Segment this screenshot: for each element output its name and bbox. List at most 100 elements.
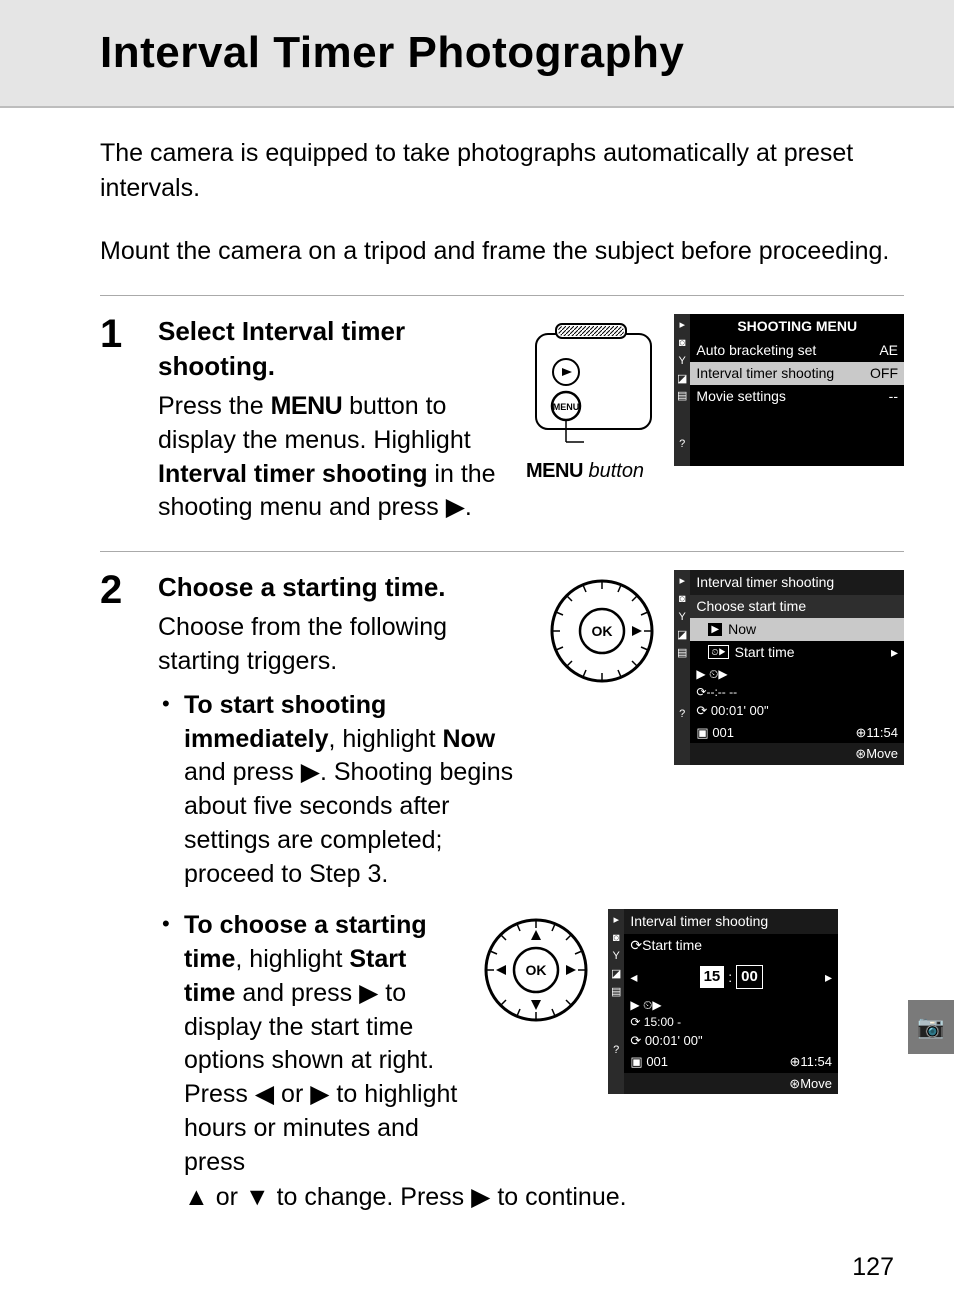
right-triangle-icon: ▶ (301, 756, 320, 790)
step-body: Choose a starting time. Choose from the … (158, 570, 904, 1229)
camera-icon: ◙ (679, 592, 686, 607)
right-triangle-icon: ▶ (446, 491, 465, 525)
wrench-icon: Y (679, 610, 686, 625)
up-triangle-icon: ▲ (184, 1181, 209, 1215)
body-text: Press the (158, 392, 271, 420)
heading-prefix: Select (158, 316, 242, 346)
play-icon: ▸ (679, 318, 685, 333)
lcd-info-row: ⟳ 15:00 - (624, 1014, 838, 1030)
menu-glyph: MENU (526, 460, 583, 482)
lcd-sidebar-icons: ▸ ◙ Y ◪ ▤ ? (674, 570, 690, 765)
right-triangle-icon: ▶ (310, 1078, 329, 1112)
left-triangle-icon: ◀ (255, 1078, 274, 1112)
right-triangle-icon: ▶ (359, 977, 378, 1011)
retouch-icon: ◪ (611, 967, 621, 982)
lcd-info-row: ▶ ⏲▶ (624, 997, 838, 1013)
camera-icon: ◙ (679, 336, 686, 351)
play-icon: ▸ (613, 913, 619, 928)
clock-badge-icon: ⏲▶ (708, 645, 728, 659)
page-number: 127 (852, 1253, 894, 1282)
help-icon: ? (679, 437, 685, 452)
lcd-header: SHOOTING MENU (690, 314, 904, 339)
tab-icon: ▤ (677, 389, 687, 404)
bullet-text: , highlight (329, 725, 443, 753)
left-arrow-icon: ◂ (630, 968, 637, 987)
step-heading: Choose a starting time. (158, 570, 530, 605)
step-number: 1 (100, 314, 140, 525)
lcd-info-row: ⟳ 00:01' 00" (690, 700, 904, 722)
illustration-caption: MENU button (526, 458, 666, 485)
bullet-item: To choose a starting time, highlight Sta… (158, 909, 904, 1215)
step-1: 1 Select Interval timer shooting. Press … (100, 314, 904, 525)
heading-suffix: . (268, 351, 275, 381)
option-label: Now (728, 620, 756, 639)
menu-row-label: Movie settings (696, 387, 785, 406)
lcd-info-row: ⟳ 00:01' 00" (624, 1030, 838, 1052)
menu-row-value: -- (889, 387, 898, 406)
clock-value: 11:54 (866, 725, 898, 740)
wrench-icon: Y (613, 949, 620, 964)
lcd-start-time: ▸ ◙ Y ◪ ▤ ? Interval timer shooting ⟳Sta… (608, 909, 838, 1094)
right-triangle-icon: ▶ (471, 1181, 490, 1215)
play-badge-icon: ▶ (708, 623, 722, 637)
down-triangle-icon: ▼ (245, 1181, 270, 1215)
colon: : (728, 968, 732, 987)
right-arrow-icon: ▸ (891, 643, 898, 662)
move-label: Move (866, 746, 898, 761)
body-bold: Interval timer shooting (158, 460, 427, 488)
lcd-option-now: ▶ Now (690, 618, 904, 641)
lcd-shooting-menu: ▸ ◙ Y ◪ ▤ ? SHOOTING MENU Auto bracketin… (674, 314, 904, 466)
svg-text:MENU: MENU (553, 402, 580, 412)
lcd-subheader: Choose start time (690, 595, 904, 618)
bullet-item: To start shooting immediately, highlight… (158, 689, 530, 892)
bullet-bold: Now (442, 725, 495, 753)
camera-mode-icon: 📷 (917, 1014, 944, 1040)
bullet-text: or (209, 1183, 245, 1211)
play-icon: ▸ (679, 574, 685, 589)
step-text: Choose from the following starting trigg… (158, 611, 530, 679)
lcd-info-row: ▣ 001⊕11:54 (624, 1051, 838, 1073)
body-text: . (465, 493, 472, 521)
menu-glyph: MENU (271, 392, 343, 420)
camera-line-art: MENU (526, 314, 666, 454)
menu-row-value: OFF (870, 364, 898, 383)
intro-paragraph-1: The camera is equipped to take photograp… (100, 136, 904, 206)
lcd-title: Interval timer shooting (624, 909, 838, 934)
lcd-info-row: ⟳--:-- -- (690, 684, 904, 700)
wrench-icon: Y (679, 354, 686, 369)
menu-row-label: Auto bracketing set (696, 341, 816, 360)
multi-selector-dial-4way: OK (476, 909, 596, 1031)
right-arrow-icon: ▸ (825, 968, 832, 987)
multi-selector-dial: OK (542, 570, 662, 692)
bullet-text: or (274, 1080, 310, 1108)
bullet-text: and press (235, 979, 359, 1007)
retouch-icon: ◪ (677, 372, 687, 387)
menu-row-selected: Interval timer shooting OFF (690, 362, 904, 385)
bullet-text: to change. Press (270, 1183, 472, 1211)
lcd-body: Interval timer shooting Choose start tim… (690, 570, 904, 765)
tab-icon: ▤ (611, 985, 621, 1000)
subheader-label: Start time (642, 937, 702, 953)
menu-row-label: Interval timer shooting (696, 364, 834, 383)
minutes-box: 00 (736, 965, 763, 989)
intro-paragraph-2: Mount the camera on a tripod and frame t… (100, 234, 904, 269)
interval-value: 00:01' 00" (645, 1033, 703, 1048)
divider (100, 551, 904, 552)
title-band: Interval Timer Photography (0, 0, 954, 108)
tab-icon: ▤ (677, 646, 687, 661)
lcd-footer: ⊛Move (690, 743, 904, 765)
step-heading: Select Interval timer shooting. (158, 314, 506, 384)
interval-value: 00:01' 00" (711, 703, 769, 718)
menu-row: Movie settings -- (690, 385, 904, 408)
lcd-info-row: ▶ ⏲▶ (690, 664, 904, 684)
lcd-body: Interval timer shooting ⟳Start time ◂ 15… (624, 909, 838, 1094)
lcd-subheader: ⟳Start time (624, 934, 838, 957)
step-2: 2 Choose a starting time. Choose from th… (100, 570, 904, 1229)
help-icon: ? (613, 1043, 619, 1058)
svg-text:OK: OK (526, 962, 547, 978)
divider (100, 295, 904, 296)
lcd-title: Interval timer shooting (690, 570, 904, 595)
retouch-icon: ◪ (677, 628, 687, 643)
hours-box: 15 (700, 966, 725, 988)
page-title: Interval Timer Photography (100, 28, 904, 78)
